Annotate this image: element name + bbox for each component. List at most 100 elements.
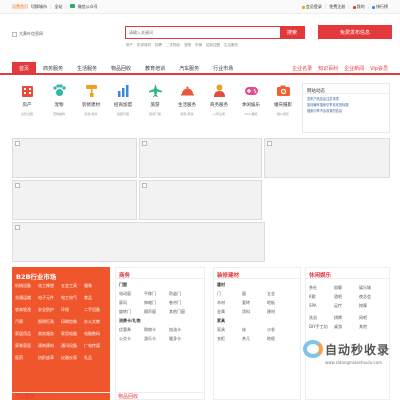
banner-ad[interactable] [139,138,262,178]
category-wedding[interactable]: 婚庆摄影 婚纱摄影 [270,83,296,133]
set-homepage-link[interactable]: 设置首页 [12,4,28,10]
banner-ad[interactable] [264,138,390,178]
column-link[interactable]: 棋牌 [334,315,354,321]
column-link[interactable]: 家具 [217,327,237,333]
wechat-link[interactable]: 微信公众号 [78,4,98,10]
nav-item-business[interactable]: 商务服务 [36,62,70,75]
column-link[interactable]: 五金 [267,291,287,297]
column-link[interactable]: SPA [309,303,329,309]
b2b-item[interactable]: 食品 [84,295,107,301]
b2b-item[interactable]: 纺织皮革 [38,355,61,361]
category-business-service[interactable]: 商务服务 公司注册 [206,83,232,133]
b2b-item[interactable]: 通讯设备 [61,343,84,349]
nav-item-education[interactable]: 教育培训 [138,62,172,75]
b2b-item[interactable]: 商务服务 [38,331,61,337]
b2b-item[interactable]: 汽摩 [15,319,38,325]
b2b-item[interactable]: 仪器仪表 [61,355,84,361]
column-link[interactable]: 其他门窗 [169,309,189,315]
b2b-item[interactable]: 电子元件 [38,295,61,301]
nav-link-companies[interactable]: 企业名录 [292,65,312,72]
column-link[interactable]: 卷帘门 [169,300,189,306]
column-link[interactable]: 隔声窗 [144,309,164,315]
column-link[interactable]: 涂料 [242,309,262,315]
category-franchise[interactable]: 招商加盟 加盟代理 [110,83,136,133]
hotword[interactable]: 供求商机 [137,43,151,48]
nav-link-wiki[interactable]: 知识百科 [318,65,338,72]
switch-city-link[interactable]: 切换城市 [31,4,47,10]
hotword[interactable]: 二手物品 [166,43,180,48]
whole-site-link[interactable]: 全站 [54,4,62,10]
column-link[interactable]: 防盗门 [169,291,189,297]
column-link[interactable]: 加油卡 [169,327,189,333]
b2b-item[interactable]: 农林牧渔 [15,307,38,313]
banner-ad[interactable] [139,180,262,220]
column-link[interactable]: 衣柜 [217,336,237,342]
column-link[interactable]: 旋转门 [119,309,139,315]
column-link[interactable]: 网吧 [359,315,379,321]
nav-item-life[interactable]: 生活服务 [70,62,104,75]
nav-link-vip[interactable]: Vip会员 [370,65,388,72]
column-link[interactable]: DIY手工坊 [309,324,329,330]
b2b-item[interactable]: 照明灯具 [38,319,61,325]
column-link[interactable]: 桌游 [334,324,354,330]
column-link[interactable]: 屏风 [119,300,139,306]
column-link[interactable]: 门 [217,291,237,297]
b2b-item[interactable]: 服装 [84,283,107,289]
category-travel[interactable]: 旅游 旅游门票 [142,83,168,133]
b2b-item[interactable]: 印刷包装 [61,319,84,325]
category-house[interactable]: 房产 出售出租 [14,83,40,133]
news-item[interactable]: 搜索引擎不会收录的信息 [307,108,385,114]
column-link[interactable]: 足疗 [334,303,354,309]
column-link[interactable]: 酒吧 [334,294,354,300]
b2b-item[interactable]: 机械设备 [15,283,38,289]
banner-ad-wide[interactable] [12,222,265,262]
category-decoration[interactable]: 装修建材 家具/建材 [78,83,104,133]
column-link[interactable]: 床 [242,327,262,333]
hotword[interactable]: 生活服务 [224,43,238,48]
site-logo[interactable]: 大黄叶信息网 [12,27,72,41]
search-input[interactable] [126,27,280,38]
b2b-item[interactable]: 交通运输 [15,295,38,301]
column-link[interactable]: 洗浴 [309,315,329,321]
nav-item-market[interactable]: 行业市场 [206,62,240,75]
b2b-item[interactable]: 医药 [15,355,38,361]
ranking-link[interactable]: 排行榜 [372,4,388,10]
register-link[interactable]: 免费注册 [329,4,345,10]
column-link[interactable]: 娱乐城 [359,285,379,291]
column-link[interactable]: 购物卡 [144,327,164,333]
hotword[interactable]: 宠物 [184,43,191,48]
column-link[interactable]: 茶几 [242,336,262,342]
b2b-item[interactable]: 五金工具 [61,283,84,289]
column-link[interactable]: 伸缩门 [144,300,164,306]
column-link[interactable]: 金属 [217,309,237,315]
b2b-item[interactable]: 电脑数码 [84,331,107,337]
nav-link-news[interactable]: 企业新闻 [344,65,364,72]
column-link[interactable]: 陪聊 [334,285,354,291]
banner-ad[interactable] [12,180,137,220]
column-link[interactable]: 按摩 [359,303,379,309]
column-link[interactable]: 优惠券 [119,327,139,333]
login-link[interactable]: 会员登录 [301,4,322,10]
b2b-item[interactable]: 礼品 [84,355,107,361]
column-link[interactable]: 夜总会 [359,294,379,300]
b2b-item[interactable]: 家装家居 [15,343,38,349]
b2b-item[interactable]: 二手设备 [84,307,107,313]
b2b-item[interactable]: 建筑建材 [38,343,61,349]
column-link[interactable]: 木材 [217,300,237,306]
column-link[interactable]: 瓷砖 [242,300,262,306]
b2b-item[interactable]: 电工电气 [61,295,84,301]
banner-ad[interactable] [12,138,137,178]
category-pet[interactable]: 宠物 宠物猫狗 [46,83,72,133]
column-link[interactable]: 地毯 [267,336,287,342]
column-link[interactable]: 建材 [267,309,287,315]
b2b-item[interactable]: 办公文教 [84,319,107,325]
column-link[interactable]: 窗 [242,291,262,297]
column-link[interactable]: 公交卡 [119,336,139,342]
hotword[interactable]: 车辆 [195,43,202,48]
column-link[interactable]: 地板 [267,300,287,306]
category-life-service[interactable]: 生活服务 搬家/家政 [174,83,200,133]
column-link[interactable]: 游乐卡 [144,336,164,342]
hotword[interactable]: 房产 [126,43,133,48]
hotword[interactable]: 招聘 [155,43,162,48]
search-button[interactable]: 搜索 [280,27,304,38]
